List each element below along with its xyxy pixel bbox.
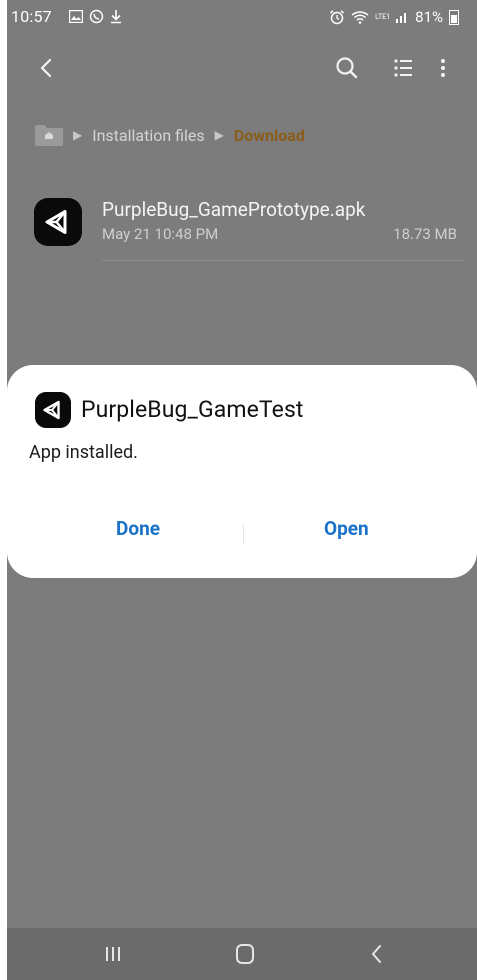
battery-percent: 81% <box>415 8 443 26</box>
file-list-item[interactable]: PurpleBug_GamePrototype.apk May 21 10:48… <box>34 196 465 261</box>
app-bar <box>7 44 477 92</box>
dialog-title: PurpleBug_GameTest <box>81 396 304 423</box>
more-options-icon[interactable] <box>431 52 455 84</box>
divider <box>102 260 465 261</box>
file-name: PurpleBug_GamePrototype.apk <box>102 198 366 221</box>
done-button[interactable]: Done <box>116 517 160 540</box>
download-icon <box>111 10 121 24</box>
file-size: 18.73 MB <box>393 225 457 243</box>
unity-icon <box>34 198 82 246</box>
breadcrumb-installation-files[interactable]: Installation files <box>92 126 204 145</box>
breadcrumb-separator-icon: ▶ <box>214 128 224 142</box>
status-bar: 10:57 LTE1 81% <box>7 0 477 34</box>
status-time: 10:57 <box>11 7 52 26</box>
lte-label: LTE1 <box>375 13 391 21</box>
home-icon[interactable] <box>231 940 259 968</box>
wifi-icon <box>351 11 369 24</box>
back-icon[interactable] <box>363 940 391 968</box>
open-button[interactable]: Open <box>324 517 369 540</box>
back-arrow-icon[interactable] <box>31 52 63 84</box>
button-divider <box>243 525 244 543</box>
breadcrumb-download[interactable]: Download <box>234 126 305 145</box>
home-folder-icon[interactable] <box>35 124 63 146</box>
gallery-icon <box>69 10 83 23</box>
file-manager-screen: 10:57 LTE1 81% ▶ Installation files ▶ Do… <box>7 0 477 980</box>
list-view-icon[interactable] <box>387 52 419 84</box>
dialog-message: App installed. <box>29 442 138 463</box>
file-date: May 21 10:48 PM <box>102 225 219 243</box>
navigation-bar <box>7 928 477 980</box>
alarm-icon <box>330 9 345 24</box>
signal-icon <box>396 13 407 23</box>
recent-apps-icon[interactable] <box>99 940 127 968</box>
whatsapp-icon <box>89 9 104 24</box>
battery-icon <box>449 9 459 25</box>
status-left-icons <box>69 9 122 24</box>
breadcrumb: ▶ Installation files ▶ Download <box>35 120 305 150</box>
search-icon[interactable] <box>331 52 363 84</box>
unity-icon <box>35 392 71 428</box>
status-right-icons: LTE1 81% <box>329 8 459 26</box>
install-dialog: PurpleBug_GameTest App installed. Done O… <box>7 365 477 578</box>
breadcrumb-separator-icon: ▶ <box>73 128 83 142</box>
